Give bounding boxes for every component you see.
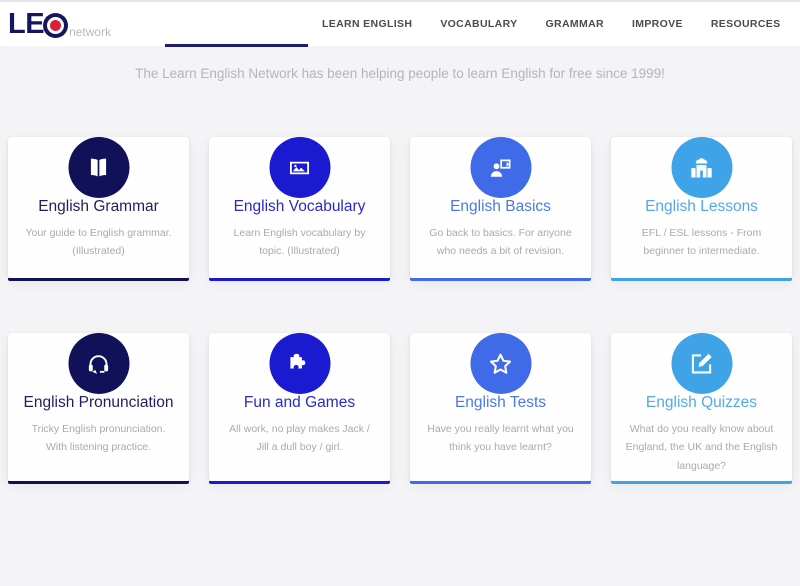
presentation-teacher-icon [490, 159, 511, 177]
site-logo[interactable]: LE network [8, 10, 111, 39]
card-description: Go back to basics. For anyone who needs … [429, 226, 572, 258]
card-wrapper: English Vocabulary Learn English vocabul… [209, 100, 390, 281]
page-root: LE network LEARN ENGLISH VOCABULARY GRAM… [0, 0, 800, 586]
nav-active-indicator [165, 44, 308, 47]
card-description: Tricky English pronunciation. With liste… [31, 422, 166, 454]
site-header: LE network LEARN ENGLISH VOCABULARY GRAM… [0, 2, 800, 47]
feature-card-fun-and-games[interactable]: Fun and Games All work, no play makes Ja… [209, 333, 390, 484]
card-description: Have you really learnt what you think yo… [427, 422, 574, 454]
feature-card-grid: English Grammar Your guide to English gr… [0, 100, 800, 484]
card-description: Your guide to English grammar. (Illustra… [25, 226, 172, 258]
nav-item-grammar[interactable]: GRAMMAR [532, 18, 618, 30]
card-accent-underline [410, 278, 591, 281]
card-accent-underline [8, 481, 189, 484]
card-accent-underline [8, 278, 189, 281]
card-description: EFL / ESL lessons - From beginner to int… [641, 226, 762, 258]
card-accent-underline [209, 278, 390, 281]
headset-icon [88, 354, 109, 374]
puzzle-piece-icon [290, 353, 306, 368]
feature-card-english-tests[interactable]: English Tests Have you really learnt wha… [410, 333, 591, 484]
nav-item-improve[interactable]: IMPROVE [618, 18, 697, 30]
school-building-icon [691, 157, 712, 178]
feature-card-english-lessons[interactable]: English Lessons EFL / ESL lessons - From… [611, 137, 792, 281]
card-accent-underline [410, 481, 591, 484]
card-accent-underline [209, 481, 390, 484]
card-title: English Tests [454, 394, 547, 411]
icon-badge [470, 137, 531, 198]
card-wrapper: English Basics Go back to basics. For an… [410, 100, 591, 281]
icon-badge [68, 333, 129, 394]
card-title: English Quizzes [645, 394, 758, 411]
target-center-dot [50, 20, 62, 31]
picture-image-icon [289, 161, 310, 174]
feature-card-english-quizzes[interactable]: English Quizzes What do you really know … [611, 333, 792, 484]
card-accent-underline [611, 481, 792, 484]
card-title: English Vocabulary [233, 198, 366, 215]
icon-badge [470, 333, 531, 394]
edit-pencil-square-icon [691, 353, 712, 373]
nav-item-learn-english[interactable]: LEARN ENGLISH [312, 18, 426, 30]
tagline-banner: The Learn English Network has been helpi… [0, 46, 800, 100]
nav-item-vocabulary[interactable]: VOCABULARY [426, 18, 531, 30]
icon-badge [68, 137, 129, 198]
card-title: English Lessons [645, 198, 758, 215]
star-outline-icon [489, 353, 512, 374]
icon-badge [671, 137, 732, 198]
nav-item-english-chat[interactable]: ENGLISH CHAT [795, 18, 800, 30]
card-title: English Grammar [38, 198, 159, 215]
icon-badge [269, 137, 330, 198]
card-wrapper: English Quizzes What do you really know … [611, 296, 792, 484]
card-wrapper: Fun and Games All work, no play makes Ja… [209, 296, 390, 484]
target-ring [47, 17, 65, 34]
card-wrapper: English Tests Have you really learnt wha… [410, 296, 591, 484]
feature-card-english-pronunciation[interactable]: English Pronunciation Tricky English pro… [8, 333, 189, 484]
nav-item-resources[interactable]: RESOURCES [697, 18, 795, 30]
open-book-icon [90, 158, 107, 176]
feature-card-english-grammar[interactable]: English Grammar Your guide to English gr… [8, 137, 189, 281]
card-description: All work, no play makes Jack / Jill a du… [229, 422, 370, 454]
card-accent-underline [611, 278, 792, 281]
card-title: English Basics [450, 198, 551, 215]
icon-badge [671, 333, 732, 394]
feature-card-english-vocabulary[interactable]: English Vocabulary Learn English vocabul… [209, 137, 390, 281]
card-title: Fun and Games [243, 394, 356, 411]
card-wrapper: English Grammar Your guide to English gr… [8, 100, 189, 281]
icon-badge [269, 333, 330, 394]
card-title: English Pronunciation [23, 394, 174, 411]
logo-suffix: network [69, 25, 112, 39]
target-bullseye-icon [43, 13, 69, 38]
card-description: What do you really know about England, t… [625, 422, 778, 472]
card-description: Learn English vocabulary by topic. (Illu… [233, 226, 366, 258]
feature-card-english-basics[interactable]: English Basics Go back to basics. For an… [410, 137, 591, 281]
tagline-text: The Learn English Network has been helpi… [135, 65, 665, 81]
card-wrapper: English Pronunciation Tricky English pro… [8, 296, 189, 484]
main-navigation: LEARN ENGLISH VOCABULARY GRAMMAR IMPROVE… [312, 2, 800, 46]
card-wrapper: English Lessons EFL / ESL lessons - From… [611, 100, 792, 281]
logo-text: LE [8, 8, 45, 40]
